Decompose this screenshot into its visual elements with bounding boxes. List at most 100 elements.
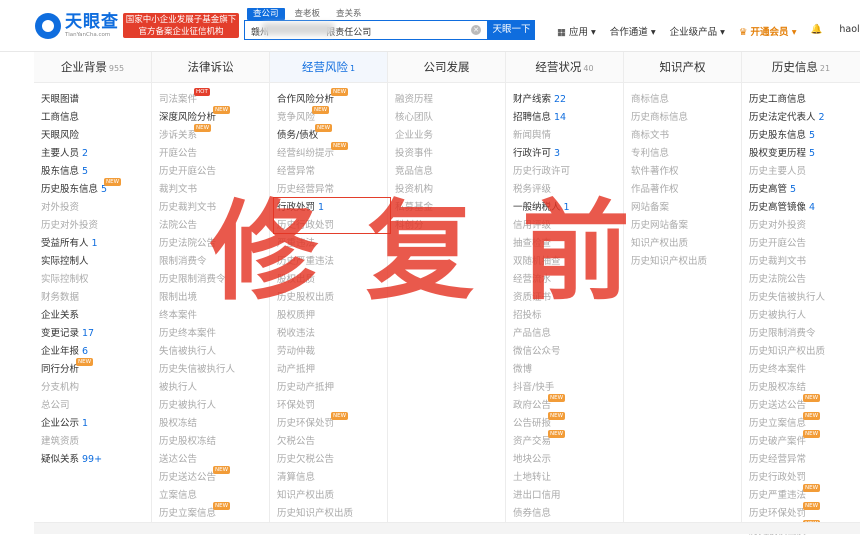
dimension-item[interactable]: 历史对外投资: [34, 217, 151, 235]
dimension-item[interactable]: 历史终本案件: [152, 325, 269, 343]
column-header[interactable]: 经营风险 1: [270, 52, 387, 83]
dimension-item[interactable]: 历史高管 5: [742, 181, 860, 199]
dimension-item[interactable]: 动产抵押: [270, 361, 387, 379]
dimension-item[interactable]: 历史送达公告 NEW: [742, 394, 860, 415]
dimension-item[interactable]: 历史动产抵押: [270, 379, 387, 397]
dimension-item[interactable]: 经营纠纷提示 NEW: [270, 142, 387, 163]
dimension-item[interactable]: 历史开庭公告: [152, 163, 269, 181]
dimension-item[interactable]: 科创分: [388, 217, 505, 235]
dimension-item[interactable]: 历史知识产权出质: [624, 253, 741, 271]
dimension-item[interactable]: 历史严重违法 NEW: [742, 484, 860, 505]
nav-enterprise[interactable]: 企业级产品 ▾: [670, 24, 725, 38]
dimension-item[interactable]: 历史股东信息 5: [742, 127, 860, 145]
dimension-item[interactable]: 历史送达公告 NEW: [152, 466, 269, 487]
dimension-item[interactable]: 劳动仲裁: [270, 343, 387, 361]
dimension-item[interactable]: 信用评级: [506, 217, 623, 235]
dimension-item[interactable]: 债务/债权 NEW: [270, 124, 387, 145]
nav-user[interactable]: haol... ▾: [839, 24, 860, 38]
dimension-item[interactable]: 历史法院公告: [742, 271, 860, 289]
dimension-item[interactable]: 商标文书: [624, 127, 741, 145]
dimension-item[interactable]: 历史环保处罚 NEW: [270, 412, 387, 433]
dimension-item[interactable]: 失信被执行人: [152, 343, 269, 361]
dimension-item[interactable]: 经营异常: [270, 163, 387, 181]
dimension-item[interactable]: 历史限制消费令: [152, 271, 269, 289]
dimension-item[interactable]: 经营流水: [506, 271, 623, 289]
dimension-item[interactable]: 历史立案信息 NEW: [742, 412, 860, 433]
dimension-item[interactable]: 网站备案: [624, 199, 741, 217]
dimension-item[interactable]: 司法案件 HOT: [152, 88, 269, 109]
dimension-item[interactable]: 历史主要人员: [742, 163, 860, 181]
dimension-item[interactable]: 一般纳税人 1: [506, 199, 623, 217]
dimension-item[interactable]: 税务评级: [506, 181, 623, 199]
clear-icon[interactable]: ✕: [471, 25, 481, 35]
dimension-item[interactable]: 企业关系: [34, 307, 151, 325]
nav-vip[interactable]: ♛ 开通会员 ▾: [739, 24, 797, 38]
dimension-item[interactable]: 历史严重违法: [270, 253, 387, 271]
dimension-item[interactable]: 涉诉关系 NEW: [152, 124, 269, 145]
dimension-item[interactable]: 股权出质: [270, 271, 387, 289]
dimension-item[interactable]: 历史知识产权出质: [270, 505, 387, 523]
dimension-item[interactable]: 历史行政许可: [506, 163, 623, 181]
column-header[interactable]: 经营状况 40: [506, 52, 623, 83]
dimension-item[interactable]: 历史股东信息 5 NEW: [34, 178, 151, 199]
dimension-item[interactable]: 限制消费令: [152, 253, 269, 271]
dimension-item[interactable]: 历史失信被执行人: [152, 361, 269, 379]
nav-cooperation[interactable]: 合作通道 ▾: [610, 24, 656, 38]
dimension-item[interactable]: 历史裁判文书: [152, 199, 269, 217]
dimension-item[interactable]: 建筑资质: [34, 433, 151, 451]
dimension-item[interactable]: 欠税公告: [270, 433, 387, 451]
dimension-item[interactable]: 历史行政处罚: [270, 217, 387, 235]
column-header[interactable]: 公司发展: [388, 52, 505, 83]
dimension-item[interactable]: 天眼图谱: [34, 91, 151, 109]
dimension-item[interactable]: 股权变更历程 5: [742, 145, 860, 163]
dimension-item[interactable]: 被执行人: [152, 379, 269, 397]
dimension-item[interactable]: 历史股权出质: [270, 289, 387, 307]
nav-notifications[interactable]: 🔔: [811, 24, 826, 38]
dimension-item[interactable]: 历史知识产权出质: [742, 343, 860, 361]
dimension-item[interactable]: 历史被执行人: [152, 397, 269, 415]
dimension-item[interactable]: 产品信息: [506, 325, 623, 343]
dimension-item[interactable]: 历史对外投资: [742, 217, 860, 235]
dimension-item[interactable]: 历史被执行人: [742, 307, 860, 325]
dimension-item[interactable]: 企业业务: [388, 127, 505, 145]
dimension-item[interactable]: 历史法院公告: [152, 235, 269, 253]
dimension-item[interactable]: 知识产权出质: [624, 235, 741, 253]
dimension-item[interactable]: 税收违法: [270, 325, 387, 343]
dimension-item[interactable]: 股东信息 5: [34, 163, 151, 181]
column-header[interactable]: 企业背景 955: [34, 52, 151, 83]
dimension-item[interactable]: 历史欠税公告: [270, 451, 387, 469]
dimension-item[interactable]: 融资历程: [388, 91, 505, 109]
dimension-item[interactable]: 历史限制消费令: [742, 325, 860, 343]
dimension-item[interactable]: 股权质押: [270, 307, 387, 325]
dimension-item[interactable]: 历史开庭公告: [742, 235, 860, 253]
dimension-item[interactable]: 实际控制人: [34, 253, 151, 271]
dimension-item[interactable]: 债券信息: [506, 505, 623, 523]
dimension-item[interactable]: 投资事件: [388, 145, 505, 163]
dimension-item[interactable]: 历史高管镜像 4: [742, 199, 860, 217]
tab-relation[interactable]: 查关系: [330, 8, 368, 20]
dimension-item[interactable]: 实际控制权: [34, 271, 151, 289]
dimension-item[interactable]: 清算信息: [270, 469, 387, 487]
dimension-item[interactable]: 对外投资: [34, 199, 151, 217]
search-button[interactable]: 天眼一下: [488, 20, 535, 40]
tab-company[interactable]: 查公司: [247, 8, 285, 20]
dimension-item[interactable]: 进出口信用: [506, 487, 623, 505]
dimension-item[interactable]: 开庭公告: [152, 145, 269, 163]
dimension-item[interactable]: 终本案件: [152, 307, 269, 325]
dimension-item[interactable]: 法院公告: [152, 217, 269, 235]
dimension-item[interactable]: 微信公众号: [506, 343, 623, 361]
dimension-item[interactable]: 分支机构: [34, 379, 151, 397]
dimension-item[interactable]: 环保处罚: [270, 397, 387, 415]
dimension-item[interactable]: 历史股权冻结: [742, 379, 860, 397]
dimension-item[interactable]: 历史法定代表人 2: [742, 109, 860, 127]
dimension-item[interactable]: 受益所有人 1: [34, 235, 151, 253]
dimension-item[interactable]: 裁判文书: [152, 181, 269, 199]
dimension-item[interactable]: 竞品信息: [388, 163, 505, 181]
dimension-item[interactable]: 股权冻结: [152, 415, 269, 433]
dimension-item[interactable]: 土地转让: [506, 469, 623, 487]
dimension-item[interactable]: 私募基金: [388, 199, 505, 217]
dimension-item[interactable]: 立案信息: [152, 487, 269, 505]
dimension-item[interactable]: 企业公示 1: [34, 415, 151, 433]
dimension-item[interactable]: 专利信息: [624, 145, 741, 163]
dimension-item[interactable]: 同行分析 NEW: [34, 358, 151, 379]
